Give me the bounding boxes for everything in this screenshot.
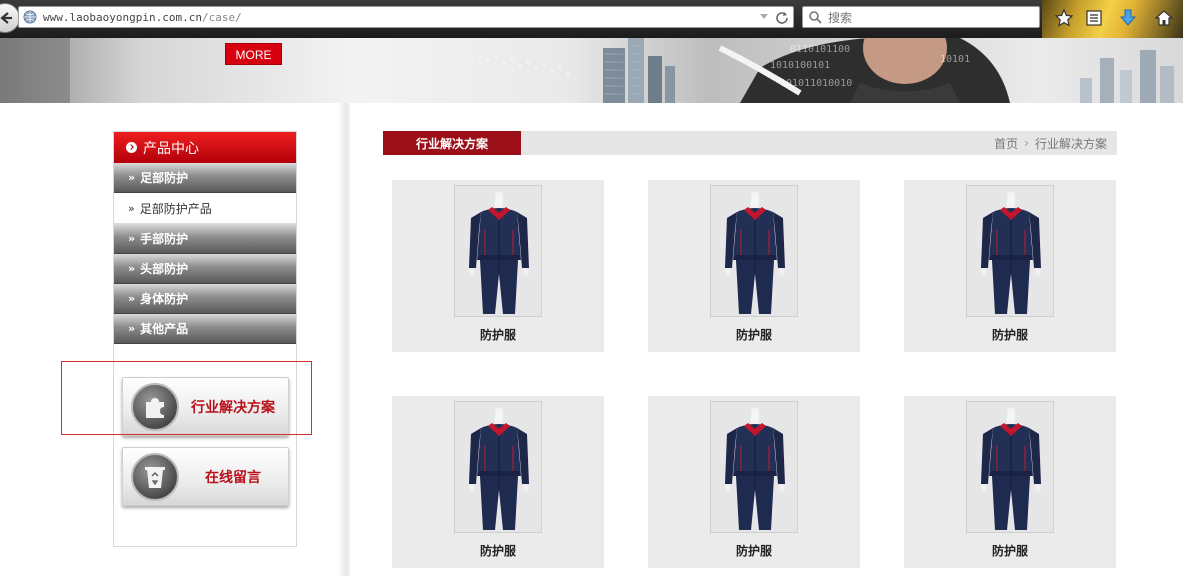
product-image[interactable] [966, 185, 1054, 317]
url-host: www.laobaoyongpin.com.cn [43, 10, 202, 24]
svg-text:10101: 10101 [940, 54, 970, 65]
double-arrow-icon: » [128, 322, 136, 335]
url-actions [759, 10, 789, 24]
product-card[interactable]: 防护服 [648, 180, 860, 352]
section-title-bar: 行业解决方案 首页 › 行业解决方案 [383, 131, 1117, 155]
highlight-annotation-box [61, 361, 312, 435]
product-card[interactable]: 防护服 [392, 180, 604, 352]
sidebar-header: 产品中心 [114, 132, 296, 163]
circle-arrow-icon [126, 142, 137, 153]
product-caption[interactable]: 防护服 [904, 326, 1116, 343]
browser-toolbar: www.laobaoyongpin.com.cn/case/ 搜索 [0, 0, 1183, 38]
product-image[interactable] [966, 401, 1054, 533]
sidebar-item-label: 其他产品 [140, 322, 189, 336]
sidebar-category-hand[interactable]: » 手部防护 [114, 224, 296, 254]
download-icon[interactable] [1118, 8, 1138, 28]
dropdown-arrow-icon[interactable] [759, 13, 769, 21]
product-card[interactable]: 防护服 [904, 396, 1116, 568]
search-input[interactable]: 搜索 [802, 6, 1040, 28]
url-text: www.laobaoyongpin.com.cn/case/ [43, 11, 242, 24]
product-caption[interactable]: 防护服 [648, 542, 860, 559]
globe-icon [23, 10, 37, 24]
bookmarks-list-icon[interactable] [1084, 8, 1104, 28]
product-image[interactable] [710, 185, 798, 317]
section-title: 行业解决方案 [383, 131, 521, 155]
sidebar-subitem-foot-products[interactable]: » 足部防护产品 [114, 193, 296, 224]
sidebar-item-label: 足部防护产品 [139, 201, 212, 216]
sidebar-category-other[interactable]: » 其他产品 [114, 314, 296, 344]
double-arrow-icon: » [128, 262, 136, 275]
product-card[interactable]: 防护服 [904, 180, 1116, 352]
search-icon [809, 11, 822, 24]
svg-text:1010100101: 1010100101 [770, 60, 830, 71]
svg-text:0110101100: 0110101100 [790, 44, 850, 55]
sidebar-header-title: 产品中心 [143, 140, 199, 157]
sidebar-item-label: 身体防护 [140, 292, 189, 306]
sidebar-item-label: 足部防护 [140, 171, 189, 185]
more-button[interactable]: MORE [225, 43, 282, 65]
double-arrow-icon: » [128, 232, 136, 245]
double-arrow-icon: » [128, 292, 136, 305]
product-caption[interactable]: 防护服 [904, 542, 1116, 559]
product-image[interactable] [710, 401, 798, 533]
product-caption[interactable]: 防护服 [648, 326, 860, 343]
column-divider [338, 103, 350, 576]
url-path: /case/ [201, 10, 242, 24]
star-icon[interactable] [1054, 8, 1074, 28]
breadcrumb-current: 行业解决方案 [1034, 136, 1107, 151]
chevron-right-icon: › [1024, 136, 1029, 150]
message-button[interactable]: 在线留言 [122, 447, 289, 506]
breadcrumb-home[interactable]: 首页 [994, 135, 1018, 152]
search-placeholder: 搜索 [828, 10, 853, 25]
double-arrow-icon: » [128, 171, 136, 184]
recycle-bin-icon [131, 452, 179, 501]
sidebar-category-head[interactable]: » 头部防护 [114, 254, 296, 284]
product-image[interactable] [454, 401, 542, 533]
double-arrow-icon: » [128, 201, 135, 215]
address-bar[interactable]: www.laobaoyongpin.com.cn/case/ [18, 6, 794, 28]
sidebar-item-label: 手部防护 [140, 232, 189, 246]
product-card[interactable]: 防护服 [648, 396, 860, 568]
product-caption[interactable]: 防护服 [392, 542, 604, 559]
home-icon[interactable] [1154, 8, 1174, 28]
product-card[interactable]: 防护服 [392, 396, 604, 568]
reload-icon[interactable] [775, 10, 789, 24]
breadcrumb: 首页 › 行业解决方案 [994, 131, 1107, 155]
message-button-label: 在线留言 [205, 469, 261, 486]
product-caption[interactable]: 防护服 [392, 326, 604, 343]
svg-text:101011010010: 101011010010 [780, 78, 852, 89]
back-button[interactable] [0, 3, 20, 33]
header-banner: 0110101100 1010100101 101011010010 10101… [0, 38, 1183, 103]
product-image[interactable] [454, 185, 542, 317]
arrow-left-icon [0, 12, 12, 24]
sidebar-category-foot[interactable]: » 足部防护 [114, 163, 296, 193]
sidebar-category-body[interactable]: » 身体防护 [114, 284, 296, 314]
toolbar-theme-area [1042, 0, 1183, 38]
sidebar-item-label: 头部防护 [140, 262, 189, 276]
page-body: 产品中心 » 足部防护 » 足部防护产品 » 手部防护 » 头部防护 » 身体防… [0, 103, 1183, 576]
banner-illustration: 0110101100 1010100101 101011010010 10101 [0, 38, 1174, 103]
